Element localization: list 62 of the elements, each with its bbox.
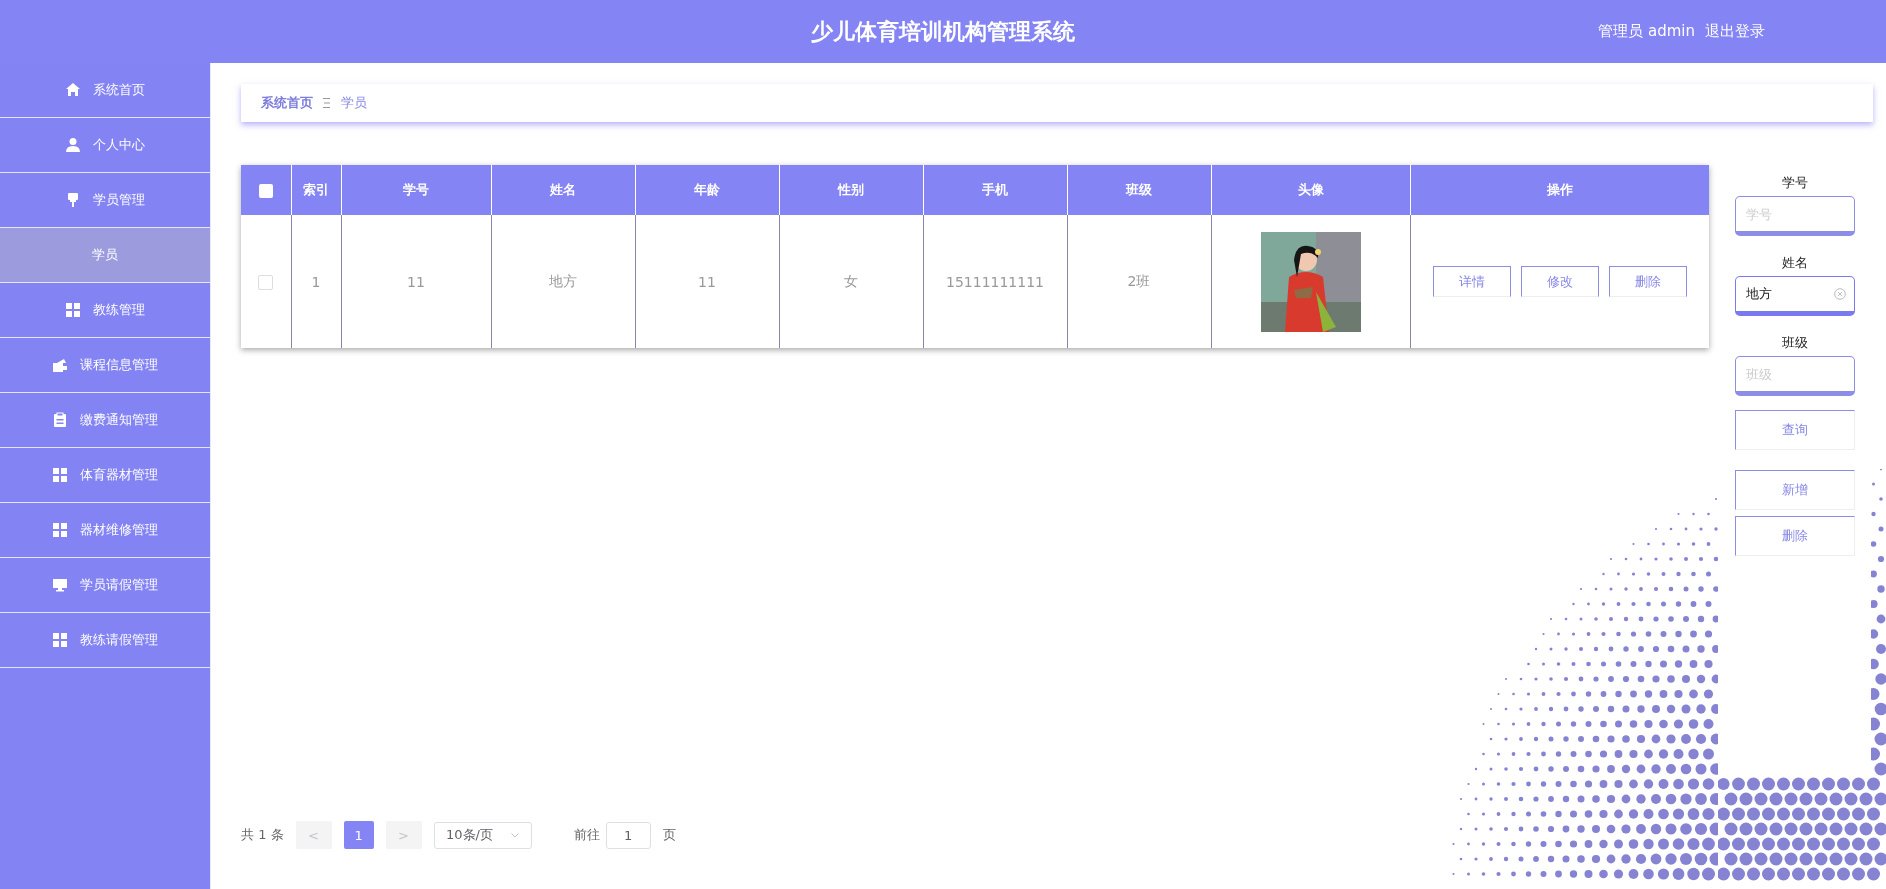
action-button[interactable]: 删除 <box>1608 266 1687 297</box>
table-cell: 11 <box>635 215 779 348</box>
sidebar-item[interactable]: 个人中心 <box>0 118 210 173</box>
caret-icon <box>511 832 519 838</box>
row-checkbox[interactable] <box>258 274 274 290</box>
search-field[interactable]: 地方 <box>1735 276 1855 316</box>
column-header: 班级 <box>1067 165 1211 215</box>
table-cell: 1 <box>291 215 341 348</box>
column-header: 头像 <box>1211 165 1410 215</box>
logout-link[interactable]: 退出登录 <box>1705 22 1765 41</box>
sidebar-item[interactable]: 教练管理 <box>0 283 210 338</box>
home-icon <box>65 82 81 98</box>
panel-button[interactable]: 删除 <box>1735 516 1855 556</box>
field-label: 班级 <box>1782 334 1808 352</box>
monitor-icon <box>52 577 68 593</box>
goto-label: 前往 <box>573 826 600 844</box>
table-cell: 15111111111 <box>923 215 1067 348</box>
sidebar-item[interactable]: 器材维修管理 <box>0 503 210 558</box>
sidebar-item[interactable]: 课程信息管理 <box>0 338 210 393</box>
column-header: 操作 <box>1410 165 1709 215</box>
clipboard-icon <box>52 412 68 428</box>
page-size-select[interactable]: 10条/页 <box>433 821 532 849</box>
column-header: 索引 <box>291 165 341 215</box>
table-cell: 2班 <box>1067 215 1211 348</box>
breadcrumb-link[interactable]: 学员 <box>341 94 367 112</box>
wallet-icon <box>52 357 68 373</box>
column-header: 年龄 <box>635 165 779 215</box>
sidebar-item[interactable]: 体育器材管理 <box>0 448 210 503</box>
field-label: 姓名 <box>1782 254 1808 272</box>
goto-page-field[interactable]: 1 <box>605 821 651 849</box>
column-header: 手机 <box>923 165 1067 215</box>
brush-icon <box>65 192 81 208</box>
grid-icon <box>52 522 68 538</box>
table-cell: 11 <box>341 215 491 348</box>
clear-icon[interactable] <box>1834 288 1846 300</box>
user-label: 管理员 admin <box>1598 22 1695 41</box>
column-header: 性别 <box>779 165 923 215</box>
grid-icon <box>65 302 81 318</box>
action-button[interactable]: 详情 <box>1432 266 1511 297</box>
sidebar-item[interactable]: 学员请假管理 <box>0 558 210 613</box>
panel-button[interactable]: 新增 <box>1735 470 1855 510</box>
breadcrumb-link[interactable]: 系统首页 <box>261 94 313 112</box>
sidebar-item[interactable]: 教练请假管理 <box>0 613 210 668</box>
sidebar-item[interactable]: 缴费通知管理 <box>0 393 210 448</box>
separator-icon <box>323 98 331 108</box>
field-label: 学号 <box>1782 174 1808 192</box>
user-icon <box>65 137 81 153</box>
page-button[interactable]: 1 <box>343 821 374 849</box>
page-unit: 页 <box>662 826 676 844</box>
column-header: 学号 <box>341 165 491 215</box>
sidebar-subitem[interactable]: 学员 <box>0 228 210 283</box>
table-cell: 地方 <box>491 215 635 348</box>
column-header: 姓名 <box>491 165 635 215</box>
total-count: 共 1 条 <box>241 826 284 844</box>
grid-icon <box>52 632 68 648</box>
grid-icon <box>52 467 68 483</box>
app-title: 少儿体育培训机构管理系统 <box>811 18 1075 44</box>
action-button[interactable]: 修改 <box>1520 266 1599 297</box>
select-all-checkbox[interactable] <box>258 183 273 198</box>
sidebar-item[interactable]: 系统首页 <box>0 63 210 118</box>
query-button[interactable]: 查询 <box>1735 410 1855 450</box>
table-cell: 女 <box>779 215 923 348</box>
